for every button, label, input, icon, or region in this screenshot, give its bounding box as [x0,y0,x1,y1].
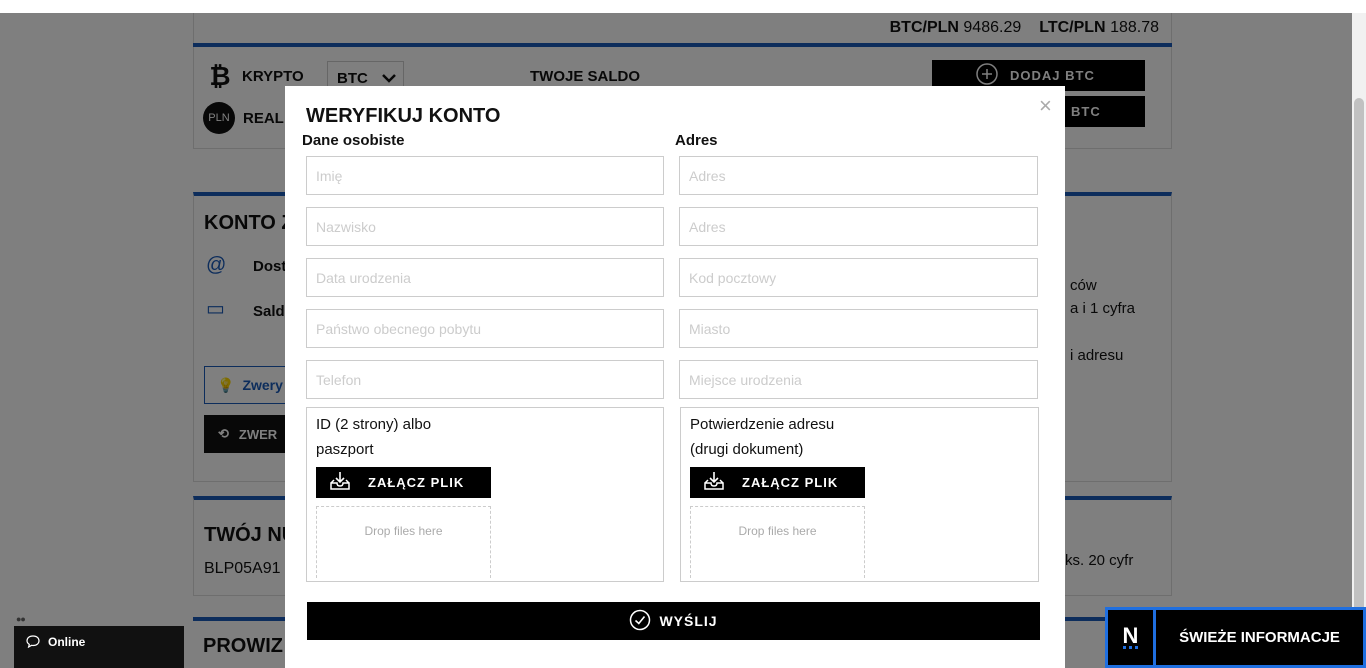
personal-data-heading: Dane osobiste [302,132,405,149]
phone-input[interactable] [306,360,664,399]
last-name-input[interactable] [306,207,664,246]
address-line1-input[interactable] [679,156,1038,195]
address-upload-box: Potwierdzenie adresu (drugi dokument) ZA… [680,407,1039,582]
address-upload-label: Potwierdzenie adresu (drugi dokument) [690,416,835,458]
id-upload-label: ID (2 strony) albo paszport [316,416,432,458]
chat-widget[interactable]: Online [14,626,184,668]
address-line2-input[interactable] [679,207,1038,246]
chat-status: Online [48,635,86,649]
postal-code-input[interactable] [679,258,1038,297]
news-logo: N [1108,610,1156,665]
modal-title: WERYFIKUJ KONTO [306,105,501,127]
address-heading: Adres [675,132,718,149]
page-scrollbar[interactable] [1352,13,1366,668]
id-attach-button[interactable]: ZAŁĄCZ PLIK [316,467,491,498]
address-attach-button[interactable]: ZAŁĄCZ PLIK [690,467,865,498]
upload-tray-icon [330,471,350,494]
close-icon[interactable]: × [1039,93,1052,119]
upload-tray-icon [704,471,724,494]
top-strip [0,0,1366,13]
id-drop-zone[interactable]: Drop files here [316,506,491,578]
check-circle-icon [629,609,651,634]
verify-account-modal: WERYFIKUJ KONTO × Dane osobiste Adres ID… [285,86,1065,668]
scrollbar-thumb[interactable] [1354,98,1364,668]
birth-place-input[interactable] [679,360,1038,399]
birth-date-input[interactable] [306,258,664,297]
submit-button[interactable]: WYŚLIJ [307,602,1040,640]
city-input[interactable] [679,309,1038,348]
news-label: ŚWIEŻE INFORMACJE [1179,629,1340,646]
first-name-input[interactable] [306,156,664,195]
chat-bubble-icon [26,635,40,651]
address-drop-zone[interactable]: Drop files here [690,506,865,578]
news-widget[interactable]: N ŚWIEŻE INFORMACJE [1105,607,1366,668]
chat-dots: ●● [16,614,26,624]
country-input[interactable] [306,309,664,348]
id-upload-box: ID (2 strony) albo paszport ZAŁĄCZ PLIK … [306,407,664,582]
